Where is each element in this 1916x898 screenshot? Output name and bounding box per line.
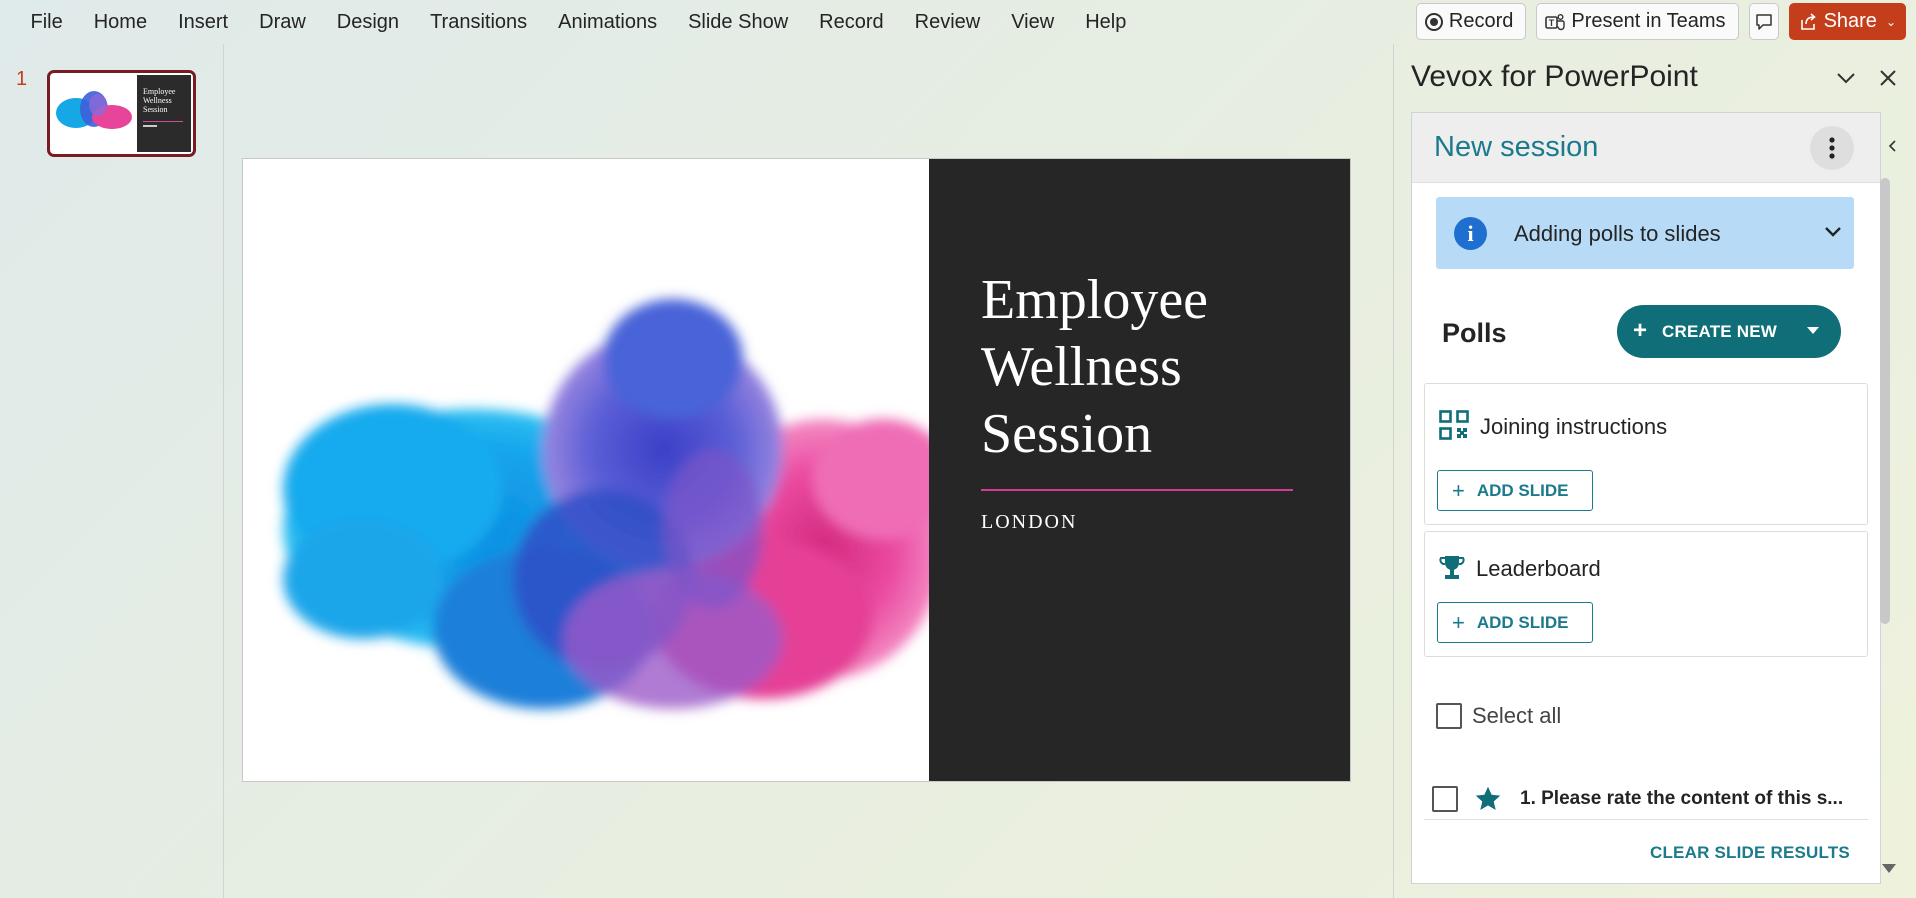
comments-button[interactable]	[1748, 3, 1779, 40]
chevron-down-icon[interactable]	[1822, 221, 1844, 243]
menu-bar: File Home Insert Draw Design Transitions…	[0, 0, 1916, 44]
ink-cloud-thumbnail	[56, 91, 132, 129]
create-new-label: CREATE NEW	[1662, 322, 1778, 341]
slide-thumbnail-pane: 1 Employee Wellness Session	[0, 44, 224, 898]
vevox-task-pane: Vevox for PowerPoint New session i Addin…	[1393, 44, 1916, 898]
slide-subtitle[interactable]: LONDON	[981, 511, 1077, 534]
present-in-teams-label: Present in Teams	[1571, 10, 1726, 32]
ink-cloud-image	[283, 299, 953, 709]
select-all-row[interactable]: Select all	[1436, 703, 1561, 729]
select-all-checkbox[interactable]	[1436, 703, 1462, 729]
task-pane-title: Vevox for PowerPoint	[1411, 60, 1698, 93]
tab-design[interactable]: Design	[321, 0, 414, 44]
card-title: Leaderboard	[1476, 556, 1601, 581]
plus-icon: +	[1633, 317, 1648, 344]
plus-icon: +	[1452, 477, 1465, 503]
joining-instructions-card: Joining instructions + ADD SLIDE	[1424, 383, 1868, 525]
thumbnail-rule	[143, 121, 183, 122]
slide-number: 1	[16, 68, 28, 90]
slide-title-rule	[981, 489, 1293, 491]
caret-down-icon[interactable]	[1807, 327, 1819, 334]
thumbnail-title: Employee Wellness Session	[143, 87, 176, 114]
star-icon	[1475, 786, 1501, 810]
slide-text-panel: Employee Wellness Session LONDON	[929, 159, 1350, 781]
divider	[1424, 819, 1868, 820]
trophy-icon	[1439, 556, 1465, 579]
add-slide-button[interactable]: + ADD SLIDE	[1437, 470, 1593, 511]
info-icon: i	[1454, 217, 1487, 250]
info-accordion[interactable]: i Adding polls to slides	[1436, 197, 1854, 269]
tab-file[interactable]: File	[15, 0, 78, 44]
leaderboard-card: Leaderboard + ADD SLIDE	[1424, 531, 1868, 657]
tab-record[interactable]: Record	[804, 0, 899, 44]
tab-home[interactable]: Home	[78, 0, 162, 44]
select-all-label: Select all	[1472, 703, 1562, 728]
record-button-label: Record	[1448, 10, 1514, 32]
tab-insert[interactable]: Insert	[163, 0, 244, 44]
comment-icon	[1755, 13, 1772, 30]
info-accordion-label: Adding polls to slides	[1514, 221, 1721, 246]
plus-icon: +	[1452, 609, 1465, 635]
slide-thumbnail-1[interactable]: Employee Wellness Session	[47, 70, 196, 157]
chevron-down-icon[interactable]	[1834, 66, 1858, 90]
record-button[interactable]: Record	[1415, 3, 1527, 40]
tab-transitions[interactable]: Transitions	[415, 0, 543, 44]
share-icon	[1800, 12, 1816, 30]
tab-review[interactable]: Review	[899, 0, 996, 44]
add-slide-label: ADD SLIDE	[1476, 612, 1569, 632]
add-slide-button[interactable]: + ADD SLIDE	[1437, 602, 1593, 643]
record-icon	[1424, 12, 1443, 31]
qr-code-icon	[1439, 410, 1469, 440]
tab-slide-show[interactable]: Slide Show	[673, 0, 804, 44]
tab-animations[interactable]: Animations	[543, 0, 673, 44]
teams-icon: T	[1545, 13, 1566, 30]
create-new-button[interactable]: + CREATE NEW	[1617, 305, 1841, 358]
card-title: Joining instructions	[1480, 414, 1668, 439]
close-icon[interactable]	[1876, 66, 1900, 90]
more-options-button[interactable]	[1810, 126, 1854, 170]
slide-image[interactable]	[243, 159, 953, 781]
thumbnail-content: Employee Wellness Session	[52, 75, 191, 152]
menu-right-actions: Record T Present in Teams Share ⌄	[1415, 3, 1906, 40]
ribbon-tabs: File Home Insert Draw Design Transitions…	[0, 0, 1142, 44]
session-title: New session	[1434, 131, 1599, 163]
thumbnail-image	[52, 75, 137, 152]
vevox-addin-frame: New session i Adding polls to slides Pol…	[1411, 112, 1881, 884]
chevron-down-icon[interactable]: ⌄	[1886, 15, 1896, 29]
session-header: New session	[1412, 113, 1880, 183]
present-in-teams-button[interactable]: T Present in Teams	[1536, 3, 1739, 40]
polls-heading: Polls	[1442, 318, 1507, 348]
slide-title[interactable]: Employee Wellness Session	[981, 267, 1321, 468]
share-button[interactable]: Share ⌄	[1788, 3, 1906, 40]
poll-title: 1. Please rate the content of this s...	[1520, 788, 1844, 809]
tab-help[interactable]: Help	[1070, 0, 1142, 44]
thumbnail-subtitle-bar	[143, 125, 157, 127]
chevron-left-icon[interactable]	[1885, 138, 1901, 154]
task-pane-scrollbar-thumb[interactable]	[1880, 178, 1890, 624]
slide-canvas[interactable]: Employee Wellness Session LONDON	[242, 158, 1351, 782]
thumbnail-text-panel: Employee Wellness Session	[137, 75, 191, 152]
kebab-icon	[1829, 137, 1835, 159]
share-label: Share	[1823, 10, 1877, 32]
scroll-down-arrow-icon[interactable]	[1882, 864, 1896, 873]
poll-list-item[interactable]: 1. Please rate the content of this s...	[1432, 781, 1862, 817]
poll-checkbox[interactable]	[1432, 786, 1458, 812]
svg-text:T: T	[1549, 18, 1555, 28]
clear-slide-results-button[interactable]: CLEAR SLIDE RESULTS	[1650, 843, 1850, 863]
add-slide-label: ADD SLIDE	[1476, 480, 1569, 500]
tab-view[interactable]: View	[996, 0, 1070, 44]
tab-draw[interactable]: Draw	[244, 0, 322, 44]
